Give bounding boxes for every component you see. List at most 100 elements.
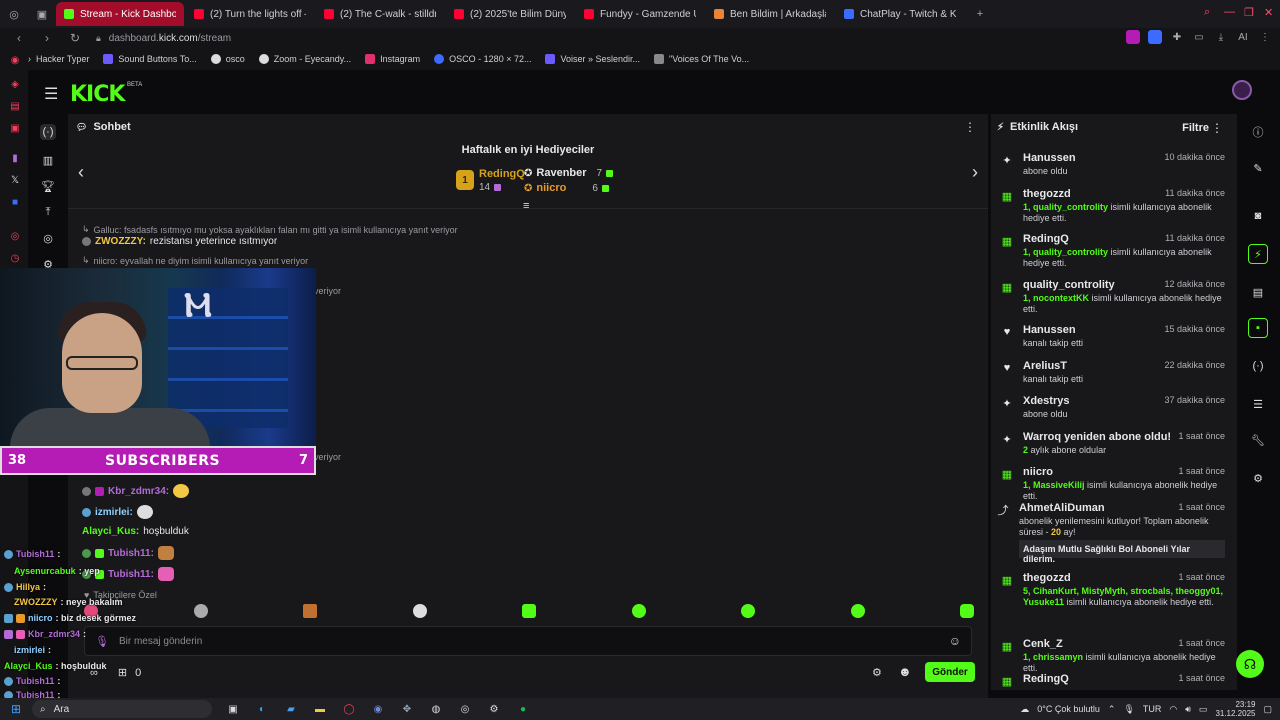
microphone-icon[interactable]: 🎙︎: [95, 635, 109, 648]
battery-icon[interactable]: ▭: [1199, 704, 1208, 715]
chat-message-input[interactable]: [118, 635, 919, 647]
activity-options-icon[interactable]: ⋮: [1211, 121, 1223, 135]
opera-icon[interactable]: ◯: [341, 701, 357, 717]
bookmark-item[interactable]: › Hacker Typer: [28, 54, 89, 64]
store-icon[interactable]: ▰: [283, 701, 299, 717]
chat-username[interactable]: Alayci_Kus:: [82, 526, 139, 537]
tab-chatplay[interactable]: ChatPlay - Twitch & Kick la: [836, 2, 964, 26]
chat-username[interactable]: Tubish11:: [108, 548, 154, 559]
user-avatar[interactable]: [1232, 80, 1252, 100]
tab-youtube-3[interactable]: (2) 2025'te Bilim Dünyasın: [446, 2, 574, 26]
sidebar-app-icon[interactable]: ◷: [9, 252, 21, 264]
layout-icon[interactable]: ☰: [1248, 394, 1268, 414]
chat-settings-icon[interactable]: ⚙: [872, 666, 882, 679]
microphone-icon[interactable]: 🎙︎: [1123, 704, 1134, 715]
kebab-menu-icon[interactable]: ⋮: [1258, 30, 1272, 44]
close-window-icon[interactable]: ✕: [1264, 6, 1273, 19]
language-indicator[interactable]: TUR: [1143, 704, 1162, 714]
bookmark-item[interactable]: Sound Buttons To...: [103, 54, 197, 64]
notes-icon[interactable]: ▤: [1248, 282, 1268, 302]
windows-start-icon[interactable]: ⊞: [8, 701, 24, 717]
broadcast-icon[interactable]: (·): [1248, 356, 1268, 376]
activity-feed-icon[interactable]: ⚡︎: [1248, 244, 1268, 264]
tab-kick-dashboard[interactable]: Stream - Kick Dashboard: [56, 2, 184, 26]
sidebar-app-icon[interactable]: ◉: [9, 54, 21, 66]
tab-youtube-4[interactable]: Fundyy - Gamzende Uyut: [576, 2, 704, 26]
ai-button[interactable]: AI: [1236, 30, 1250, 44]
analytics-icon[interactable]: ▥: [40, 152, 56, 168]
upload-icon[interactable]: ⤒: [40, 204, 56, 220]
spotify-icon[interactable]: ●: [515, 701, 531, 717]
maximize-icon[interactable]: ❐: [1244, 6, 1254, 19]
edit-icon[interactable]: ✎: [1248, 158, 1268, 178]
bookmark-item[interactable]: Voiser » Seslendir...: [545, 54, 640, 64]
support-headset-icon[interactable]: ☊: [1236, 650, 1264, 678]
tray-chevron-icon[interactable]: ⌃: [1108, 704, 1116, 715]
filter-button[interactable]: Filtre: [1182, 122, 1209, 134]
obs-icon[interactable]: ◎: [457, 701, 473, 717]
sidebar-app-icon[interactable]: ◈: [9, 78, 21, 90]
x-twitter-icon[interactable]: 𝕏: [9, 174, 21, 186]
emote-icon[interactable]: [412, 604, 427, 618]
edge-icon[interactable]: ◐: [254, 701, 270, 717]
chevron-right-icon[interactable]: ›: [972, 162, 978, 183]
wrench-icon[interactable]: 🔧︎: [1248, 430, 1268, 450]
sidebar-app-icon[interactable]: ■: [9, 196, 21, 208]
extension-icon[interactable]: [1148, 30, 1162, 44]
weather-label[interactable]: 0°C Çok bulutlu: [1037, 704, 1100, 714]
chat-username[interactable]: Tubish11:: [108, 569, 154, 580]
send-button[interactable]: Gönder: [925, 662, 975, 682]
browser-menu-icon[interactable]: ◎: [6, 6, 22, 22]
trophy-icon[interactable]: 🏆︎: [40, 178, 56, 194]
taskbar-search[interactable]: ⌕ Ara: [32, 700, 212, 718]
emote-icon[interactable]: [193, 604, 208, 618]
app-icon[interactable]: ✥: [399, 701, 415, 717]
tab-youtube-2[interactable]: (2) The C-walk - stilldree: [316, 2, 444, 26]
task-view-icon[interactable]: ▣: [225, 701, 241, 717]
split-view-icon[interactable]: ▭: [1192, 30, 1206, 44]
puzzle-icon[interactable]: ✚: [1170, 30, 1184, 44]
url-field[interactable]: 🔒︎ dashboard. kick.com/stream: [96, 33, 231, 44]
hamburger-menu-icon[interactable]: ☰: [44, 84, 58, 104]
wifi-icon[interactable]: ◠: [1169, 704, 1177, 715]
emoji-picker-icon[interactable]: ☺: [949, 634, 961, 648]
info-icon[interactable]: ⓘ: [1248, 122, 1268, 142]
extension-icon[interactable]: [1126, 30, 1140, 44]
steam-icon[interactable]: ◍: [428, 701, 444, 717]
gift-icon[interactable]: ⊞: [118, 666, 127, 679]
notification-icon[interactable]: ▢: [1263, 704, 1272, 715]
emote-icon[interactable]: [850, 604, 865, 618]
gifter-entry[interactable]: RedingQ: [479, 168, 525, 180]
kick-logo[interactable]: KICK: [70, 82, 125, 107]
tab-youtube-1[interactable]: (2) Turn the lights off — K: [186, 2, 314, 26]
chat-username[interactable]: Kbr_zdmr34:: [108, 486, 169, 497]
discord-icon[interactable]: ◉: [370, 701, 386, 717]
stream-broadcast-icon[interactable]: (·): [40, 124, 56, 140]
bookmark-item[interactable]: "Voices Of The Vo...: [654, 54, 749, 64]
emote-icon[interactable]: [741, 604, 755, 618]
file-explorer-icon[interactable]: ▬: [312, 701, 328, 717]
chat-input-box[interactable]: 🎙︎ ☺: [84, 626, 972, 656]
sidebar-app-icon[interactable]: ◎: [9, 230, 21, 242]
bookmark-item[interactable]: osco: [210, 54, 245, 64]
minimize-icon[interactable]: —: [1224, 6, 1235, 18]
volume-icon[interactable]: 🔊︎: [1185, 704, 1191, 715]
pinned-message-icon[interactable]: ≡: [523, 200, 529, 212]
twitch-icon[interactable]: ▮: [9, 152, 21, 164]
settings-icon[interactable]: ⚙: [486, 701, 502, 717]
chat-username[interactable]: izmirlei:: [95, 507, 133, 518]
clock[interactable]: 23:19 31.12.2025: [1215, 700, 1255, 718]
bookmark-item[interactable]: Instagram: [365, 54, 420, 64]
bookmark-item[interactable]: Zoom - Eyecandy...: [258, 54, 351, 64]
bookmark-item[interactable]: OSCO - 1280 × 72...: [434, 54, 531, 64]
emote-icon[interactable]: [631, 604, 646, 618]
emote-menu-icon[interactable]: ☻: [898, 664, 912, 679]
forward-icon[interactable]: ›: [38, 31, 56, 45]
tab-ben-bildim[interactable]: Ben Bildim | Arkadaşlarınla: [706, 2, 834, 26]
tab-overview-icon[interactable]: ▣: [34, 6, 50, 22]
activity-event[interactable]: ⤴ AhmetAliDuman 1 saat önce abonelik yen…: [998, 502, 1229, 564]
emote-icon[interactable]: [522, 604, 536, 618]
gifter-entry[interactable]: ✪ niicro 6: [524, 182, 609, 194]
download-icon[interactable]: ⤓: [1214, 30, 1228, 44]
gifter-entry[interactable]: ✪ Ravenber 7: [524, 167, 614, 179]
